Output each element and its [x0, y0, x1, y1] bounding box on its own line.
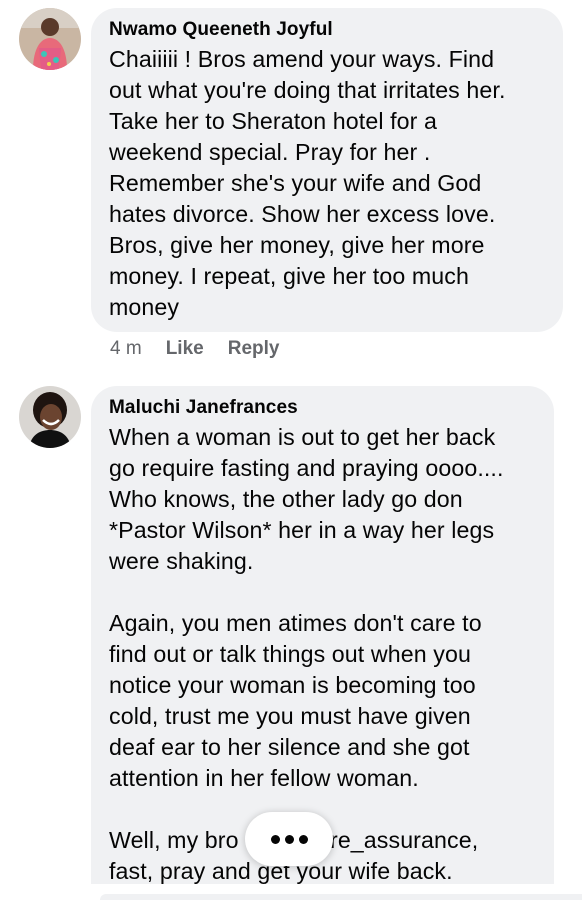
comment-text: Chaiiiii ! Bros amend your ways. Find ou… [109, 46, 506, 320]
like-button[interactable]: Like [166, 338, 204, 360]
comment-author[interactable]: Maluchi Janefrances [109, 396, 536, 420]
comment-author[interactable]: Nwamo Queeneth Joyful [109, 18, 545, 42]
comment-actions: 4 m Like Reply [110, 338, 279, 360]
avatar-nwamo[interactable] [19, 8, 81, 70]
more-options-button[interactable] [245, 812, 333, 866]
comment-bubble: Nwamo Queeneth Joyful Chaiiiii ! Bros am… [91, 8, 563, 332]
more-dots-icon [270, 834, 308, 844]
next-comment-edge [100, 894, 582, 900]
comment-timestamp[interactable]: 4 m [110, 338, 142, 360]
avatar-maluchi[interactable] [19, 386, 81, 448]
reply-button[interactable]: Reply [228, 338, 280, 360]
avatar-nwamo-image [19, 8, 81, 70]
avatar-maluchi-image [19, 386, 81, 448]
